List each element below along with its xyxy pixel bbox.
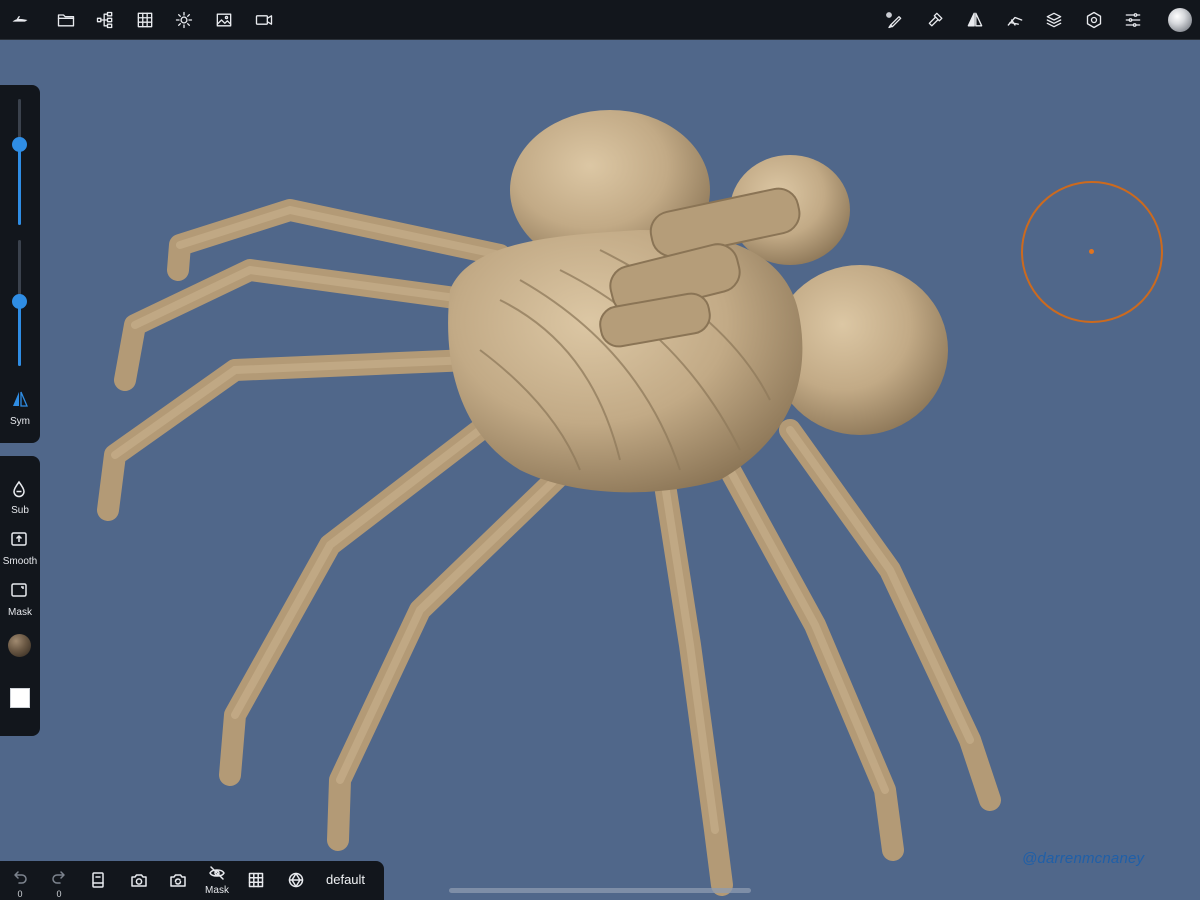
brush-settings-panel: Sym (0, 85, 40, 443)
radius-slider-thumb[interactable] (12, 137, 27, 152)
camera-icon[interactable] (128, 870, 150, 890)
tool-label-smooth[interactable]: Smooth (0, 556, 40, 567)
scene-tree-icon[interactable] (93, 8, 117, 32)
drop-minus-icon[interactable] (10, 480, 28, 498)
video-camera-icon[interactable] (252, 8, 276, 32)
folder-icon[interactable] (54, 8, 78, 32)
eye-off-icon[interactable] (206, 864, 228, 882)
symmetry-icon[interactable] (11, 391, 29, 407)
brush-cursor-center (1089, 249, 1094, 254)
camera-switch-icon[interactable] (167, 870, 189, 890)
top-toolbar (0, 0, 1200, 40)
brush-pen-icon[interactable] (882, 8, 906, 32)
redo-count: 0 (56, 889, 62, 899)
grid-icon[interactable] (133, 8, 157, 32)
light-icon[interactable] (172, 8, 196, 32)
undo-count: 0 (17, 889, 23, 899)
matcap-sphere-icon[interactable] (1167, 7, 1193, 33)
home-indicator (449, 888, 751, 893)
preset-name[interactable]: default (326, 872, 365, 887)
tool-label-sub[interactable]: Sub (0, 505, 40, 516)
grid-icon[interactable] (246, 870, 266, 890)
sculpt-viewport[interactable] (0, 40, 1200, 900)
color-swatch[interactable] (10, 688, 30, 708)
material-sphere-icon[interactable] (8, 634, 31, 657)
radius-slider[interactable] (18, 99, 21, 225)
nomad-logo-icon[interactable] (8, 8, 32, 32)
image-icon[interactable] (212, 8, 236, 32)
sym-label[interactable]: Sym (0, 416, 40, 427)
interaction-icon[interactable] (1003, 8, 1027, 32)
wireframe-icon[interactable] (286, 870, 306, 890)
hammer-icon[interactable] (924, 8, 948, 32)
book-icon[interactable] (88, 870, 108, 890)
tool-label-mask[interactable]: Mask (0, 607, 40, 618)
facehugger-sculpt-model (97, 110, 1001, 896)
mask-toggle-label[interactable]: Mask (202, 885, 232, 896)
tools-panel: Sub Smooth Mask (0, 456, 40, 736)
settings-icon[interactable] (1082, 8, 1106, 32)
artist-watermark: @darrenmcnaney (1022, 850, 1145, 867)
redo-icon[interactable] (49, 867, 69, 887)
undo-icon[interactable] (10, 867, 30, 887)
intensity-slider-thumb[interactable] (12, 294, 27, 309)
sliders-icon[interactable] (1121, 8, 1145, 32)
smooth-icon[interactable] (10, 530, 28, 548)
layers-icon[interactable] (1042, 8, 1066, 32)
symmetry-icon[interactable] (963, 8, 987, 32)
mask-icon[interactable] (10, 581, 28, 599)
